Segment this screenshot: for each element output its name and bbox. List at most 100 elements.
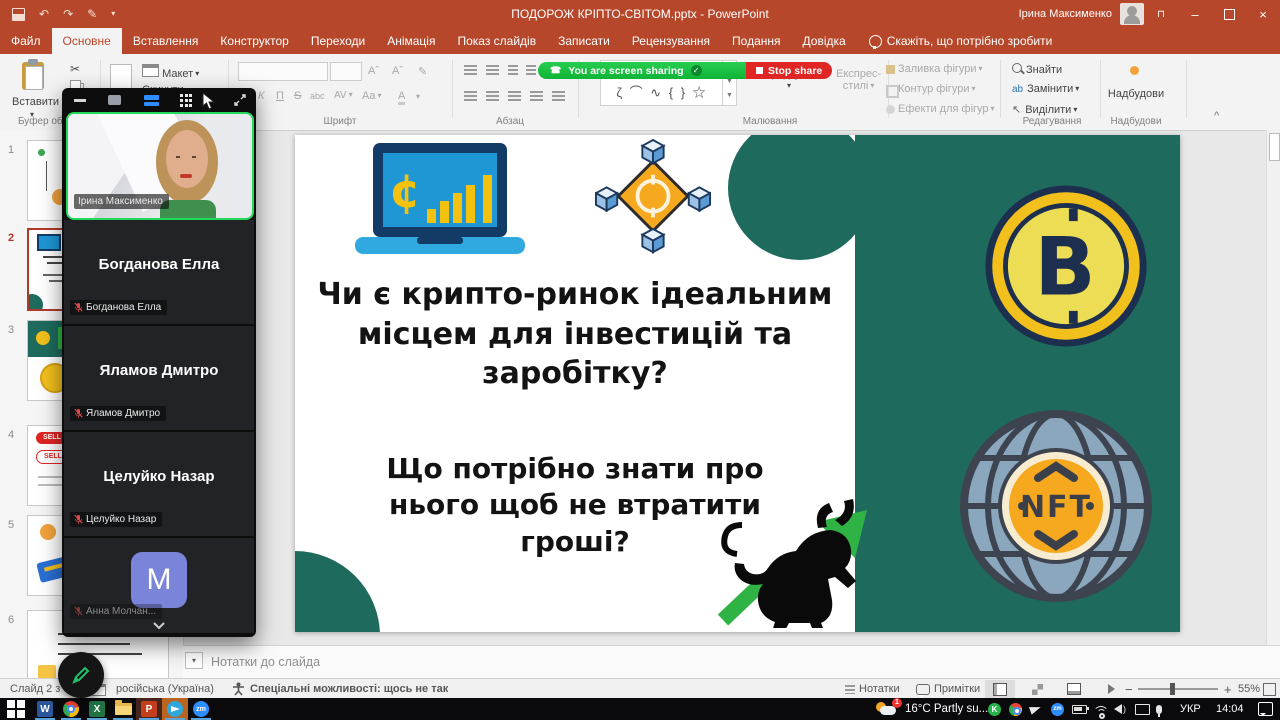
scrollbar-thumb[interactable] bbox=[1269, 133, 1280, 161]
participant-tile[interactable]: M Анна Молчан... bbox=[64, 538, 254, 633]
comments-toggle-button[interactable]: Примітки bbox=[916, 683, 980, 695]
participant-tile[interactable]: Богданова Елла Богданова Елла bbox=[64, 220, 254, 324]
accessibility-status[interactable]: Спеціальні можливості: щось не так bbox=[250, 683, 448, 695]
notes-splitter-icon[interactable]: ▾ bbox=[185, 652, 203, 669]
font-color-icon[interactable]: A bbox=[398, 90, 405, 105]
participant-tile[interactable]: Яламов Дмитро Яламов Дмитро bbox=[64, 326, 254, 430]
mic-tray-icon[interactable] bbox=[1156, 702, 1162, 716]
taskbar-powerpoint[interactable]: P bbox=[136, 698, 162, 720]
tell-me-box[interactable]: Скажіть, що потрібно зробити bbox=[857, 28, 1053, 54]
normal-view-button[interactable] bbox=[985, 680, 1015, 698]
close-button[interactable]: × bbox=[1246, 0, 1280, 28]
taskbar-explorer[interactable] bbox=[110, 698, 136, 720]
collapse-ribbon-icon[interactable]: ^ bbox=[1214, 110, 1219, 122]
zoom-out-button[interactable]: − bbox=[1125, 682, 1133, 697]
align-left-icon[interactable] bbox=[464, 91, 477, 105]
zoom-percentage[interactable]: 55% bbox=[1238, 683, 1260, 695]
tray-zoom-icon[interactable]: zm bbox=[1051, 702, 1064, 716]
notes-toggle-button[interactable]: Нотатки bbox=[845, 683, 900, 695]
shape-fill-button[interactable]: Заливка фігури▾ bbox=[898, 63, 983, 75]
change-case-icon[interactable]: Aa▾ bbox=[362, 90, 381, 102]
tray-telegram-icon[interactable] bbox=[1030, 702, 1041, 716]
zoom-slider-thumb[interactable] bbox=[1170, 683, 1175, 695]
shrink-font-icon[interactable]: Aˇ bbox=[392, 65, 403, 77]
language-status[interactable]: російська (Україна) bbox=[116, 683, 214, 695]
speaker-video-tile[interactable]: Ірина Максименко bbox=[66, 112, 254, 220]
wifi-icon[interactable] bbox=[1093, 704, 1109, 718]
font-size-box[interactable] bbox=[330, 62, 362, 81]
slide-sorter-view-button[interactable] bbox=[1022, 680, 1052, 698]
shape-outline-button[interactable]: Контур фігури▾ bbox=[898, 83, 975, 95]
line-spacing-icon[interactable] bbox=[552, 91, 565, 105]
tab-view[interactable]: Подання bbox=[721, 28, 791, 54]
find-button[interactable]: Знайти bbox=[1012, 63, 1062, 76]
zoom-slider-track[interactable] bbox=[1138, 688, 1218, 690]
text-shadow-icon[interactable]: abc bbox=[310, 91, 325, 101]
tab-review[interactable]: Рецензування bbox=[621, 28, 721, 54]
tab-insert[interactable]: Вставлення bbox=[122, 28, 210, 54]
restore-button[interactable] bbox=[1212, 0, 1246, 28]
numbering-icon[interactable] bbox=[486, 65, 499, 79]
tab-record[interactable]: Записати bbox=[547, 28, 621, 54]
reading-view-button[interactable] bbox=[1059, 680, 1089, 698]
taskbar-zoom[interactable]: zm bbox=[188, 698, 214, 720]
tab-transitions[interactable]: Переходи bbox=[300, 28, 376, 54]
replace-button[interactable]: abЗамінити▾ bbox=[1012, 83, 1079, 95]
speaker-view-icon[interactable] bbox=[108, 95, 121, 108]
underline-icon[interactable]: П bbox=[276, 90, 284, 102]
select-button[interactable]: ↖Виділити▾ bbox=[1012, 103, 1077, 116]
screen-share-tray-icon[interactable] bbox=[1135, 702, 1150, 716]
quick-styles-button[interactable]: Експрес-стилі▾ bbox=[836, 68, 881, 92]
tab-home[interactable]: Основне bbox=[52, 28, 122, 54]
tab-file[interactable]: Файл bbox=[0, 28, 52, 54]
zoom-in-button[interactable]: + bbox=[1224, 682, 1232, 697]
annotation-pencil-button[interactable] bbox=[58, 652, 104, 698]
shape-effects-button[interactable]: Ефекти для фігур▾ bbox=[898, 103, 995, 115]
increase-indent-icon[interactable] bbox=[526, 65, 536, 79]
ribbon-display-options-button[interactable]: ⊓ bbox=[1144, 0, 1178, 28]
weather-icon[interactable]: 1 bbox=[876, 702, 898, 716]
bullets-icon[interactable] bbox=[464, 65, 477, 79]
stop-share-button[interactable]: Stop share bbox=[746, 62, 832, 79]
align-right-icon[interactable] bbox=[508, 91, 521, 105]
clock[interactable]: 14:04 bbox=[1216, 703, 1244, 715]
taskbar-excel[interactable]: X bbox=[84, 698, 110, 720]
chevron-down-icon[interactable] bbox=[152, 622, 166, 630]
strikethrough-icon[interactable]: S bbox=[294, 90, 301, 102]
tray-kaspersky-icon[interactable]: K bbox=[988, 702, 1001, 716]
slide-canvas[interactable]: ¢ Чи є крипто-ринок ідеальни bbox=[295, 135, 1180, 632]
font-name-box[interactable] bbox=[238, 62, 328, 81]
call-minimize-icon[interactable] bbox=[74, 93, 86, 106]
fit-slide-button[interactable] bbox=[1263, 683, 1276, 696]
participant-tile[interactable]: Целуйко Назар Целуйко Назар bbox=[64, 432, 254, 536]
font-color-dropdown-icon[interactable]: ▾ bbox=[416, 92, 420, 101]
character-spacing-icon[interactable]: AV▾ bbox=[334, 90, 353, 101]
tab-slideshow[interactable]: Показ слайдів bbox=[446, 28, 547, 54]
addins-button[interactable]: Надбудови bbox=[1106, 88, 1166, 100]
align-center-icon[interactable] bbox=[486, 91, 499, 105]
grow-font-icon[interactable]: Aˆ bbox=[368, 65, 379, 77]
notes-pane[interactable]: ▾ Нотатки до слайда bbox=[183, 645, 1280, 679]
decrease-indent-icon[interactable] bbox=[508, 65, 518, 79]
tray-chrome-icon[interactable] bbox=[1009, 702, 1022, 716]
justify-icon[interactable] bbox=[530, 91, 543, 105]
weather-status[interactable]: 16°C Partly su... bbox=[905, 703, 988, 715]
layout-button[interactable]: Макет▾ bbox=[142, 64, 199, 80]
start-button[interactable] bbox=[2, 698, 30, 720]
notes-placeholder[interactable]: Нотатки до слайда bbox=[211, 655, 320, 669]
expand-icon[interactable] bbox=[234, 94, 246, 106]
taskbar-chrome[interactable] bbox=[58, 698, 84, 720]
tab-help[interactable]: Довідка bbox=[792, 28, 857, 54]
grid-view-icon[interactable] bbox=[180, 94, 192, 107]
avatar[interactable] bbox=[1120, 3, 1144, 25]
taskbar-word[interactable]: W bbox=[32, 698, 58, 720]
tab-design[interactable]: Конструктор bbox=[209, 28, 299, 54]
speaker-icon[interactable]: ) bbox=[1114, 702, 1126, 716]
slideshow-view-button[interactable] bbox=[1096, 680, 1126, 698]
minimize-button[interactable]: – bbox=[1178, 0, 1212, 28]
italic-icon[interactable]: К bbox=[258, 90, 264, 102]
clear-format-icon[interactable]: ✎ bbox=[418, 65, 427, 78]
keyboard-language[interactable]: УКР bbox=[1180, 703, 1201, 715]
battery-icon[interactable] bbox=[1072, 702, 1087, 716]
gallery-view-icon[interactable] bbox=[144, 95, 159, 108]
